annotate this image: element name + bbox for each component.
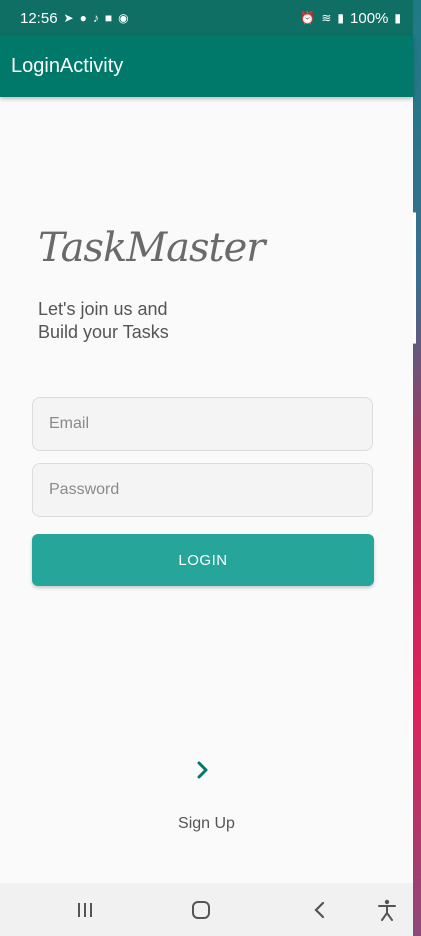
- accessibility-icon[interactable]: [372, 883, 402, 936]
- taskmaster-logo: TaskMaster: [38, 225, 265, 271]
- signal-icon: ▮: [337, 11, 345, 25]
- password-field[interactable]: [32, 463, 373, 517]
- phone-screen: 12:56 ➤ ● ♪ ■ ◉ ⏰ ≋ ▮ 100% ▮ LoginActivi…: [0, 0, 413, 936]
- login-button[interactable]: LOGIN: [32, 534, 374, 586]
- battery-percent: 100%: [350, 9, 389, 27]
- notification-icon: ■: [104, 11, 113, 25]
- email-field[interactable]: [32, 397, 373, 451]
- home-icon[interactable]: [186, 883, 216, 936]
- nav-bar: [0, 883, 413, 936]
- app-title: LoginActivity: [11, 55, 124, 77]
- wifi-icon: ≋: [321, 11, 332, 25]
- bell-icon: ♪: [92, 11, 99, 25]
- alarm-icon: ⏰: [300, 11, 316, 25]
- battery-icon: ▮: [394, 11, 401, 25]
- whatsapp-icon: ◉: [118, 11, 129, 25]
- status-right: ⏰ ≋ ▮ 100% ▮: [300, 10, 401, 27]
- tagline-line-1: Let's join us and: [38, 299, 168, 319]
- chevron-right-icon[interactable]: [193, 757, 213, 783]
- tagline-line-2: Build your Tasks: [38, 322, 169, 342]
- recents-icon[interactable]: [70, 883, 100, 936]
- status-bar: 12:56 ➤ ● ♪ ■ ◉ ⏰ ≋ ▮ 100% ▮: [0, 0, 413, 36]
- status-left: 12:56 ➤ ● ♪ ■ ◉: [20, 10, 129, 27]
- background-window-edge: [407, 0, 421, 936]
- messenger-icon: ●: [79, 11, 87, 25]
- back-icon[interactable]: [305, 883, 335, 936]
- clock: 12:56: [20, 9, 58, 27]
- app-bar: LoginActivity: [0, 36, 413, 97]
- tagline: Let's join us and Build your Tasks: [38, 298, 169, 344]
- signup-link[interactable]: Sign Up: [0, 815, 413, 833]
- telegram-icon: ➤: [63, 11, 74, 25]
